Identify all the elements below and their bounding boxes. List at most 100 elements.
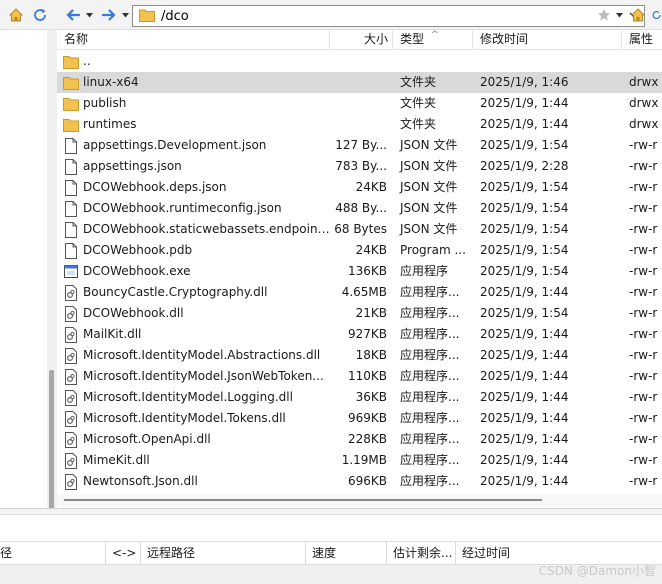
forward-dropdown-icon[interactable] <box>120 5 130 25</box>
file-size: 136KB <box>347 264 387 278</box>
transfer-local-path-header[interactable]: 径 <box>0 542 106 565</box>
file-attributes: -rw-r <box>629 432 658 446</box>
horizontal-scrollbar[interactable] <box>57 494 662 506</box>
file-row[interactable]: DCOWebhook.dll 21KB 应用程序... 2025/1/9, 1:54 -… <box>57 303 662 324</box>
transfer-remaining-header[interactable]: 估计剩余... <box>387 542 456 565</box>
file-name: .. <box>83 54 91 68</box>
file-name-cell[interactable]: runtimes <box>57 114 330 135</box>
file-name-cell[interactable]: BouncyCastle.Cryptography.dll <box>57 282 330 303</box>
horizontal-scrollbar-thumb[interactable] <box>64 499 542 501</box>
file-modified: 2025/1/9, 1:54 <box>480 138 569 152</box>
path-text[interactable]: /dco <box>161 9 189 24</box>
left-vertical-scrollbar[interactable] <box>47 30 57 520</box>
file-name: Microsoft.OpenApi.dll <box>83 432 211 446</box>
file-name-cell[interactable]: DCOWebhook.dll <box>57 303 330 324</box>
file-row[interactable]: appsettings.Development.json 127 By... JSO… <box>57 135 662 156</box>
dll-icon <box>63 431 79 448</box>
transfer-direction-header[interactable]: <-> <box>106 542 141 565</box>
file-name-cell[interactable]: DCOWebhook.deps.json <box>57 177 330 198</box>
file-name-cell[interactable]: MimeKit.dll <box>57 450 330 471</box>
file-name-cell[interactable]: DCOWebhook.pdb <box>57 240 330 261</box>
file-name-cell[interactable]: .. <box>57 51 330 72</box>
file-row[interactable]: Microsoft.OpenApi.dll 228KB 应用程序... 2025/1/… <box>57 429 662 450</box>
remote-file-list[interactable]: 名称 大小 类型 ^ 修改时间 属性 .. linux-x64 文件夹 2025/1/… <box>57 30 662 504</box>
file-row[interactable]: DCOWebhook.deps.json 24KB JSON 文件 2025/1/9,… <box>57 177 662 198</box>
file-name-cell[interactable]: Microsoft.IdentityModel.Tokens.dll <box>57 408 330 429</box>
left-scrollbar-thumb[interactable] <box>49 370 54 520</box>
file-row[interactable]: DCOWebhook.pdb 24KB Program ... 2025/1/9, 1… <box>57 240 662 261</box>
file-type: 应用程序... <box>400 390 460 404</box>
file-type: 应用程序 <box>400 264 449 278</box>
file-row[interactable]: Microsoft.IdentityModel.Tokens.dll 969KB 应… <box>57 408 662 429</box>
file-name: MailKit.dll <box>83 327 142 341</box>
left-toolbar <box>0 0 57 30</box>
file-name-cell[interactable]: Microsoft.IdentityModel.Abstractions.dll <box>57 345 330 366</box>
file-name-cell[interactable]: MailKit.dll <box>57 324 330 345</box>
file-modified: 2025/1/9, 1:44 <box>480 411 569 425</box>
file-row[interactable]: BouncyCastle.Cryptography.dll 4.65MB 应用程序.… <box>57 282 662 303</box>
file-row[interactable]: MimeKit.dll 1.19MB 应用程序... 2025/1/9, 1:44 -r… <box>57 450 662 471</box>
file-row[interactable]: Microsoft.IdentityModel.Logging.dll 36KB 应… <box>57 387 662 408</box>
file-attributes: drwx <box>629 117 659 131</box>
file-attributes: -rw-r <box>629 390 658 404</box>
file-name-cell[interactable]: DCOWebhook.exe <box>57 261 330 282</box>
file-row[interactable]: DCOWebhook.staticwebassets.endpoint... 68… <box>57 219 662 240</box>
file-row[interactable]: publish 文件夹 2025/1/9, 1:44 drwx <box>57 93 662 114</box>
file-name-cell[interactable]: Newtonsoft.Json.dll <box>57 471 330 492</box>
refresh-icon[interactable] <box>32 5 48 25</box>
transfer-remote-path-header[interactable]: 远程路径 <box>141 542 306 565</box>
forward-arrow-icon[interactable] <box>100 5 118 25</box>
file-size <box>330 51 393 72</box>
file-name-cell[interactable]: DCOWebhook.runtimeconfig.json <box>57 198 330 219</box>
column-size-header[interactable]: 大小 <box>330 30 393 50</box>
bookmark-star-icon[interactable] <box>595 5 613 25</box>
file-name-cell[interactable]: publish <box>57 93 330 114</box>
transfer-speed-header[interactable]: 速度 <box>306 542 387 565</box>
file-attributes: -rw-r <box>629 180 658 194</box>
file-size: 110KB <box>347 369 387 383</box>
column-type-header[interactable]: 类型 ^ <box>393 30 473 50</box>
file-row[interactable]: appsettings.json 783 By... JSON 文件 2025/1/9… <box>57 156 662 177</box>
file-modified: 2025/1/9, 1:54 <box>480 180 569 194</box>
file-type: 应用程序... <box>400 453 460 467</box>
file-attributes: drwx <box>629 96 659 110</box>
file-modified: 2025/1/9, 1:44 <box>480 348 569 362</box>
file-name-cell[interactable]: Microsoft.IdentityModel.JsonWebToken... <box>57 366 330 387</box>
file-row[interactable]: runtimes 文件夹 2025/1/9, 1:44 drwx <box>57 114 662 135</box>
file-type: 应用程序... <box>400 348 460 362</box>
column-attributes-header[interactable]: 属性 <box>622 30 662 50</box>
file-type: 应用程序... <box>400 327 460 341</box>
folder-icon <box>63 54 79 70</box>
refresh-icon[interactable] <box>651 5 662 25</box>
file-name-cell[interactable]: linux-x64 <box>57 72 330 93</box>
column-modified-header[interactable]: 修改时间 <box>473 30 622 50</box>
file-name-cell[interactable]: DCOWebhook.staticwebassets.endpoint... <box>57 219 330 240</box>
file-row[interactable]: DCOWebhook.exe 136KB 应用程序 2025/1/9, 1:54 -rw… <box>57 261 662 282</box>
file-modified: 2025/1/9, 1:44 <box>480 117 569 131</box>
back-arrow-icon[interactable] <box>64 5 82 25</box>
file-type: JSON 文件 <box>400 222 458 236</box>
back-dropdown-icon[interactable] <box>84 5 94 25</box>
file-type: 应用程序... <box>400 306 460 320</box>
file-name-cell[interactable]: Microsoft.IdentityModel.Logging.dll <box>57 387 330 408</box>
file-row[interactable]: MailKit.dll 927KB 应用程序... 2025/1/9, 1:44 -rw… <box>57 324 662 345</box>
file-row[interactable]: Microsoft.IdentityModel.Abstractions.dll… <box>57 345 662 366</box>
file-row[interactable]: DCOWebhook.runtimeconfig.json 488 By... JS… <box>57 198 662 219</box>
file-attributes: drwx <box>629 75 659 89</box>
file-name-cell[interactable]: appsettings.Development.json <box>57 135 330 156</box>
path-combobox[interactable]: /dco <box>132 5 645 27</box>
bookmark-dropdown-icon[interactable] <box>614 5 624 25</box>
home-icon[interactable] <box>8 5 24 25</box>
file-row[interactable]: .. <box>57 51 662 72</box>
column-name-header[interactable]: 名称 <box>57 30 330 50</box>
file-name: Microsoft.IdentityModel.Tokens.dll <box>83 411 286 425</box>
watermark-text: CSDN @Damon小智 <box>538 564 656 578</box>
transfer-elapsed-header[interactable]: 经过时间 <box>456 542 536 565</box>
file-name-cell[interactable]: Microsoft.OpenApi.dll <box>57 429 330 450</box>
file-row[interactable]: Microsoft.IdentityModel.JsonWebToken... 1… <box>57 366 662 387</box>
file-row[interactable]: linux-x64 文件夹 2025/1/9, 1:46 drwx <box>57 72 662 93</box>
file-name-cell[interactable]: appsettings.json <box>57 156 330 177</box>
file-size: 18KB <box>355 348 387 362</box>
file-row[interactable]: Newtonsoft.Json.dll 696KB 应用程序... 2025/1/9,… <box>57 471 662 492</box>
home-icon[interactable] <box>629 5 647 25</box>
